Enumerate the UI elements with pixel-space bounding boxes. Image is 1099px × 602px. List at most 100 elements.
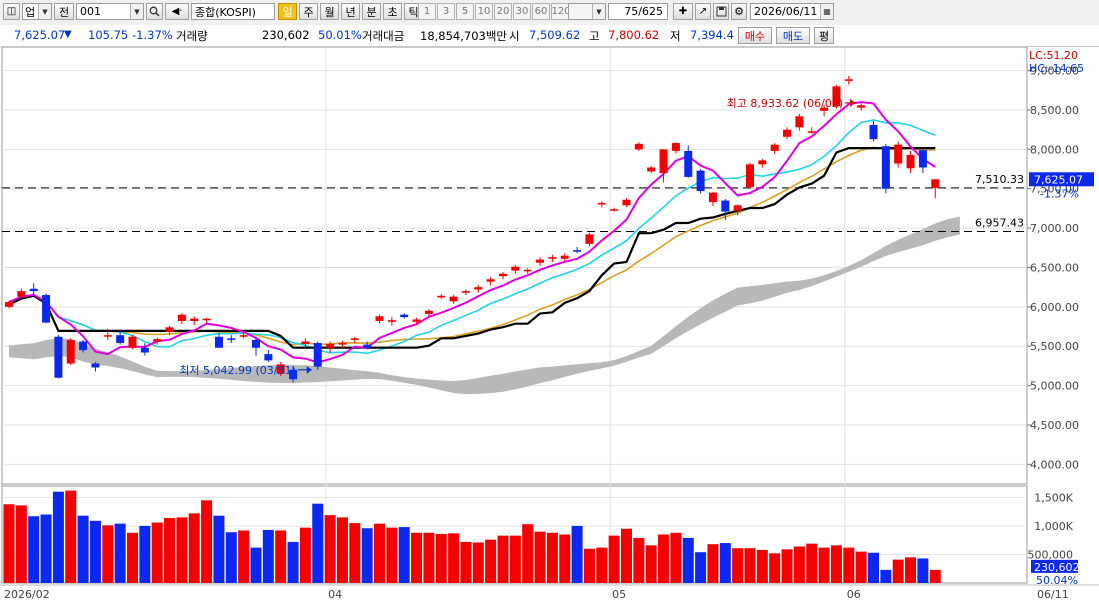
period-button[interactable]: 일: [278, 3, 297, 20]
date-field[interactable]: 2026/06/11 ▦: [750, 3, 834, 20]
candle: [548, 257, 557, 259]
last-volume-pct: 50.04%: [1036, 574, 1078, 587]
y-tick-label: 5,500.00: [1030, 340, 1079, 353]
candle: [659, 149, 668, 173]
volume-value: 230,602: [262, 28, 310, 42]
volume-bar: [238, 530, 250, 583]
volume-bar: [312, 503, 324, 583]
interval-button[interactable]: 1: [418, 3, 436, 20]
candle: [313, 343, 322, 367]
chevron-down-icon[interactable]: ▼: [592, 4, 605, 19]
volume-bar: [880, 569, 892, 583]
x-tick-label: 06/11: [1037, 588, 1069, 601]
candle: [857, 105, 866, 108]
interval-button[interactable]: 20: [494, 3, 512, 20]
volume-bar: [3, 504, 15, 583]
market-select[interactable]: 업 ▼: [22, 3, 52, 20]
hc-label: HC:-14.65: [1029, 62, 1084, 75]
prev-button[interactable]: 전: [54, 3, 74, 20]
volume-bar: [386, 527, 398, 583]
candle: [79, 341, 88, 351]
candle: [153, 339, 162, 342]
candle: [486, 279, 495, 282]
save-icon[interactable]: [713, 3, 729, 20]
y-tick-label: 4,500.00: [1030, 419, 1079, 432]
chevron-down-icon[interactable]: ▼: [130, 4, 143, 19]
volume-bar: [40, 514, 52, 583]
interval-button[interactable]: 10: [475, 3, 493, 20]
candle: [400, 314, 409, 318]
candle: [412, 319, 421, 322]
candle: [931, 179, 940, 188]
last-volume-label: 230,602: [1034, 561, 1080, 574]
code-input[interactable]: 001 ▼: [76, 3, 144, 20]
volume-bar: [411, 532, 423, 583]
candle: [622, 199, 631, 206]
volume-bar: [658, 534, 670, 583]
y-tick-label: 4,000.00: [1030, 458, 1079, 471]
y-tick-label: 6,500.00: [1030, 261, 1079, 274]
interval-button[interactable]: 60: [532, 3, 550, 20]
period-button[interactable]: 초: [383, 3, 402, 20]
volume-bar: [485, 539, 497, 583]
candle: [449, 296, 458, 302]
volume-bar: [608, 535, 620, 583]
period-button[interactable]: 분: [362, 3, 381, 20]
search-icon[interactable]: [146, 3, 163, 20]
volume-bar: [164, 517, 176, 583]
calendar-icon[interactable]: ▦: [820, 4, 833, 19]
count-field[interactable]: 75/625: [608, 3, 668, 20]
x-tick-label: 06: [847, 588, 861, 601]
volume-bar: [361, 528, 373, 583]
candle: [536, 259, 545, 263]
volume-bar: [188, 513, 200, 583]
reference-label: 6,957.43: [975, 216, 1024, 229]
candle: [708, 192, 717, 203]
volume-label: 거래량: [176, 29, 208, 43]
candle: [746, 164, 754, 188]
interval-button[interactable]: 5: [456, 3, 474, 20]
chart-window-icon[interactable]: ◫: [3, 3, 20, 20]
volume-bar: [102, 525, 114, 583]
volume-bar: [546, 532, 558, 583]
candle: [869, 124, 878, 140]
custom-interval-select[interactable]: ▼: [568, 3, 606, 20]
price-chart[interactable]: 9,000.008,500.008,000.007,500.007,000.00…: [0, 47, 1099, 602]
sound-icon[interactable]: ◀·: [165, 3, 189, 20]
volume-bar: [127, 532, 138, 583]
volume-bar: [65, 490, 77, 583]
period-button[interactable]: 주: [299, 3, 318, 20]
candle: [573, 250, 582, 252]
volume-bar: [349, 523, 361, 583]
buy-button[interactable]: 매수: [738, 27, 772, 44]
open-label: 시: [509, 29, 520, 43]
period-button[interactable]: 월: [320, 3, 339, 20]
chevron-down-icon[interactable]: ▼: [38, 4, 51, 19]
interval-button[interactable]: 30: [513, 3, 531, 20]
candle: [91, 363, 100, 368]
volume-bar: [176, 517, 188, 583]
y-tick-label: 5,000.00: [1030, 380, 1079, 393]
volume-tick-label: 1,000K: [1034, 520, 1073, 533]
change-value: 105.75: [88, 28, 129, 42]
low-value: 7,394.4: [690, 28, 734, 42]
volume-bar: [460, 541, 472, 583]
y-tick-label: 8,500.00: [1030, 104, 1079, 117]
sell-button[interactable]: 매도: [776, 27, 810, 44]
avg-button[interactable]: 평: [814, 27, 834, 44]
gear-icon[interactable]: ⚙: [731, 3, 747, 20]
index-name-field[interactable]: 종합(KOSPI): [191, 3, 275, 20]
volume-bar: [324, 515, 336, 583]
interval-button[interactable]: 3: [437, 3, 455, 20]
candle: [326, 343, 335, 348]
draw-tool-icon[interactable]: ↗: [695, 3, 711, 20]
min-label: 최저 5,042.99 (03/31): [179, 364, 296, 377]
volume-bar: [868, 552, 879, 583]
candle: [5, 302, 13, 307]
period-button[interactable]: 년: [341, 3, 360, 20]
candle: [770, 144, 779, 151]
volume-bar: [89, 520, 101, 583]
candle: [758, 160, 767, 165]
zoom-in-icon[interactable]: ✚: [673, 3, 693, 20]
volume-bar: [929, 569, 941, 583]
